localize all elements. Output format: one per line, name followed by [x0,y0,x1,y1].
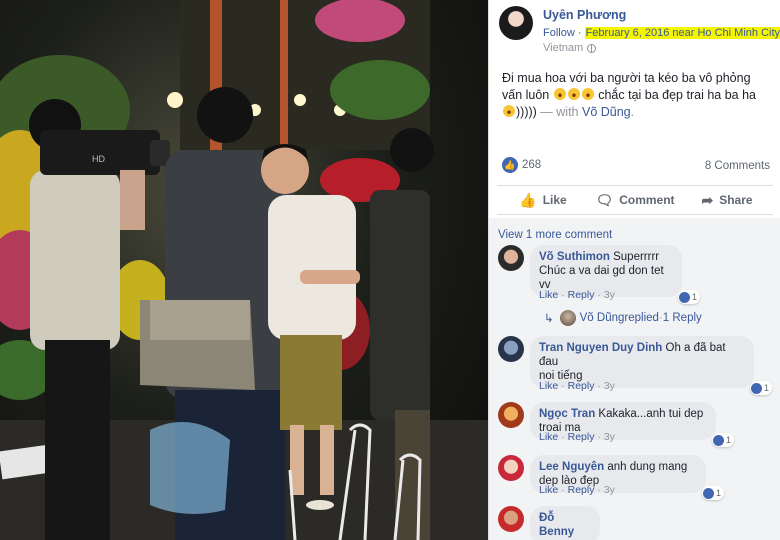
view-more-comments-link[interactable]: View 1 more comment [498,229,612,241]
tagged-friend-link[interactable]: Võ Dũng [582,105,631,119]
commenter-name[interactable]: Võ Suthimon [539,251,610,263]
comments-section: View 1 more comment Võ Suthimon Superrrr… [489,218,780,540]
comment-actions: Like · Reply · 3y [539,484,615,496]
reaction-count[interactable]: 1 [711,433,734,447]
post-text-part3: ))))) [516,105,537,119]
commenter-avatar[interactable] [498,402,524,428]
with-end: . [630,105,635,119]
comment-age[interactable]: 3y [604,484,615,496]
comment-reply-link[interactable]: Reply [568,289,595,301]
comment-like-link[interactable]: Like [539,431,558,443]
reaction-count-value: 1 [725,435,731,445]
replier-name: Võ Dũng [579,312,625,324]
speech-bubble-icon: 🗨 [595,191,614,208]
commenter-name[interactable]: Tran Nguyen Duy Dinh [539,342,662,354]
follow-link[interactable]: Follow [543,27,575,39]
post-meta: Follow · February 6, 2016 near Ho Chi Mi… [543,27,780,39]
reply-arrow-icon: ↳ [544,313,554,325]
comment-text: Superrrrr [609,251,660,263]
laughing-emoji-icon [553,88,566,100]
comment-reply-link[interactable]: Reply [568,380,595,392]
commenter-avatar[interactable] [498,455,524,481]
post-country: Vietnam [543,42,584,54]
replier-avatar [559,310,576,326]
globe-icon [587,43,597,53]
dot-separator: · [597,484,601,496]
post-photo[interactable]: HD [0,0,488,540]
share-button[interactable]: ➦ Share [681,186,773,214]
comment-like-link[interactable]: Like [539,484,558,496]
dot-separator: · [597,431,601,443]
author-name[interactable]: Uyên Phương [543,8,626,22]
post-header: Uyên Phương Follow · February 6, 2016 ne… [499,6,780,56]
comment-actions: Like · Reply · 3y [539,289,615,301]
comment-like-link[interactable]: Like [539,289,558,301]
comment-button-label: Comment [619,193,675,207]
dot-separator: · [561,380,565,392]
commenter-avatar[interactable] [498,336,524,362]
share-arrow-icon: ➦ [701,191,714,208]
comment-count[interactable]: 8 Comments [705,160,770,172]
thumbs-up-icon [678,291,690,303]
thumbs-up-icon: 👍 [502,157,518,173]
comment-reply-link[interactable]: Reply [568,484,595,496]
thumbs-up-icon [750,382,762,394]
dot-separator: · [561,431,565,443]
like-button[interactable]: 👍 Like [497,186,589,214]
reaction-count-value: 1 [763,383,769,393]
comment-age[interactable]: 3y [604,380,615,392]
reply-thread-link[interactable]: ↳ Võ Dũng replied · 1 Reply [544,310,702,326]
share-button-label: Share [719,193,753,207]
commenter-name[interactable]: Đỗ Benny [539,512,574,538]
comment-like-link[interactable]: Like [539,380,558,392]
reaction-count[interactable]: 1 [701,486,724,500]
comment-button[interactable]: 🗨 Comment [589,186,681,214]
laughing-emoji-icon [567,88,580,100]
thumbs-up-icon: 👍 [519,191,537,208]
svg-text:HD: HD [92,154,105,164]
thumbs-up-icon [702,487,714,499]
reaction-count-value: 1 [715,488,721,498]
reaction-count[interactable]: 1 [749,381,772,395]
dot-separator: · [597,380,601,392]
comment-actions: Like · Reply · 3y [539,431,615,443]
like-count[interactable]: 268 [522,159,541,171]
dot-separator: · [561,289,565,301]
post-country-row: Vietnam [543,42,597,54]
reaction-count-value: 1 [691,292,697,302]
commenter-avatar[interactable] [498,506,524,532]
commenter-name[interactable]: Ngọc Tran [539,408,595,420]
commenter-name[interactable]: Lee Nguyên [539,461,604,473]
post-text-part2: chắc tại ba đẹp trai ha ba ha [594,88,756,102]
post-date-location[interactable]: February 6, 2016 near Ho Chi Minh City. [584,27,780,39]
thumbs-up-icon [712,434,724,446]
laughing-emoji-icon [581,88,594,100]
comment-bubble: Đỗ Benny [530,506,600,540]
replied-verb: replied [624,312,659,324]
post-text: Đi mua hoa với ba người ta kéo ba vô phỏ… [502,70,772,121]
commenter-avatar[interactable] [498,245,524,271]
comment-age[interactable]: 3y [604,431,615,443]
photo-scene: HD [0,0,488,540]
reply-count: 1 Reply [662,312,702,324]
post-stats: 👍 268 8 Comments [502,157,770,175]
comment-actions: Like · Reply · 3y [539,380,615,392]
dot-separator: · [561,484,565,496]
dot-separator: · [597,289,601,301]
comment-age[interactable]: 3y [604,289,615,301]
comment-text-line2: Chúc a va dai gd don tet vv [539,265,664,291]
comment-reply-link[interactable]: Reply [568,431,595,443]
reaction-count[interactable]: 1 [677,290,700,304]
author-avatar[interactable] [499,6,533,40]
post-side-panel: Uyên Phương Follow · February 6, 2016 ne… [488,0,780,540]
meta-separator: · [574,27,585,39]
smile-emoji-icon [503,105,515,117]
like-button-label: Like [542,193,567,207]
with-label: — with [536,105,582,119]
post-actions: 👍 Like 🗨 Comment ➦ Share [497,185,773,215]
